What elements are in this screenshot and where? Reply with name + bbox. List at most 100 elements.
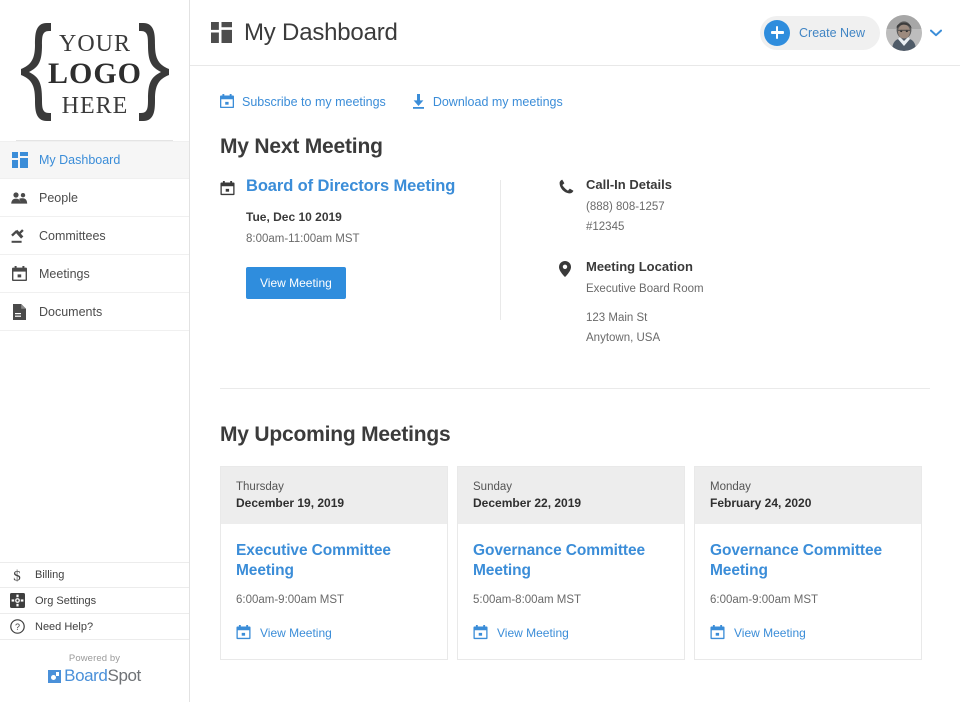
- avatar[interactable]: [886, 15, 922, 51]
- sidebar-item-billing[interactable]: $ Billing: [0, 562, 189, 588]
- location-address-line-1: 123 Main St: [586, 310, 704, 327]
- meeting-location-block: Meeting Location Executive Board Room 12…: [559, 259, 704, 346]
- gear-icon: [9, 593, 25, 608]
- call-in-code: #12345: [586, 219, 672, 236]
- meeting-card-title-link[interactable]: Governance Committee Meeting: [710, 541, 906, 580]
- next-meeting-title-link[interactable]: Board of Directors Meeting: [246, 177, 455, 197]
- sidebar-secondary-navigation: $ Billing Org Settings ? Need Help?: [0, 562, 189, 640]
- meeting-card-body: Governance Committee Meeting 5:00am-8:00…: [458, 524, 684, 659]
- calendar-icon: [236, 625, 251, 640]
- avatar-photo: [886, 15, 922, 51]
- meeting-card: Sunday December 22, 2019 Governance Comm…: [457, 466, 685, 660]
- call-in-details-block: Call-In Details (888) 808-1257 #12345: [559, 177, 704, 235]
- content-area: Subscribe to my meetings Download my mee…: [190, 66, 960, 702]
- create-new-label: Create New: [799, 26, 865, 40]
- next-meeting-section: My Next Meeting Board of Directors Meeti…: [190, 109, 960, 346]
- view-meeting-link-label: View Meeting: [497, 626, 569, 640]
- next-meeting-grid: Board of Directors Meeting Tue, Dec 10 2…: [220, 177, 960, 346]
- next-meeting-details: Board of Directors Meeting Tue, Dec 10 2…: [220, 177, 500, 346]
- powered-by-block: Powered by BoardSpot: [0, 640, 189, 702]
- boardspot-word-spot: Spot: [108, 666, 141, 685]
- logo-placeholder-icon: YOUR LOGO HERE: [15, 17, 175, 129]
- sidebar-spacer: [0, 331, 189, 562]
- sidebar-item-label: People: [39, 191, 78, 205]
- boardspot-mark-icon: [48, 670, 61, 683]
- view-meeting-link[interactable]: View Meeting: [710, 625, 906, 640]
- document-icon: [11, 303, 28, 320]
- sidebar-item-documents[interactable]: Documents: [0, 293, 189, 331]
- next-meeting-title-row: Board of Directors Meeting Tue, Dec 10 2…: [220, 177, 500, 299]
- next-meeting-text-block: Board of Directors Meeting Tue, Dec 10 2…: [246, 177, 455, 299]
- view-meeting-link-label: View Meeting: [260, 626, 332, 640]
- sidebar-item-label: Org Settings: [35, 595, 96, 607]
- meeting-card-day: Sunday: [473, 481, 669, 493]
- sidebar-item-label: Need Help?: [35, 621, 93, 633]
- page-title-group: My Dashboard: [211, 19, 398, 47]
- call-in-phone: (888) 808-1257: [586, 199, 672, 216]
- svg-text:$: $: [13, 568, 21, 582]
- dashboard-icon: [211, 22, 232, 43]
- map-pin-icon: [559, 261, 574, 277]
- meeting-card-day: Monday: [710, 481, 906, 493]
- next-meeting-time: 8:00am-11:00am MST: [246, 233, 455, 245]
- meeting-card-title-link[interactable]: Executive Committee Meeting: [236, 541, 432, 580]
- next-meeting-date: Tue, Dec 10 2019: [246, 210, 455, 224]
- meeting-card-time: 5:00am-8:00am MST: [473, 594, 669, 606]
- view-meeting-button[interactable]: View Meeting: [246, 267, 346, 299]
- meeting-card-header: Sunday December 22, 2019: [458, 467, 684, 524]
- chevron-down-icon[interactable]: [928, 27, 944, 39]
- page-title: My Dashboard: [244, 19, 398, 47]
- org-logo: YOUR LOGO HERE: [0, 0, 189, 140]
- calendar-icon: [220, 181, 235, 196]
- meeting-card-day: Thursday: [236, 481, 432, 493]
- gavel-icon: [11, 227, 28, 244]
- upcoming-meetings-heading: My Upcoming Meetings: [220, 423, 960, 447]
- meeting-card-date: February 24, 2020: [710, 496, 906, 510]
- subscribe-to-my-meetings-link[interactable]: Subscribe to my meetings: [220, 94, 386, 109]
- sidebar-item-need-help[interactable]: ? Need Help?: [0, 614, 189, 640]
- boardspot-wordmark: BoardSpot: [64, 666, 141, 686]
- sidebar-item-meetings[interactable]: Meetings: [0, 255, 189, 293]
- meeting-card-body: Executive Committee Meeting 6:00am-9:00a…: [221, 524, 447, 659]
- meeting-card-time: 6:00am-9:00am MST: [236, 594, 432, 606]
- sidebar: YOUR LOGO HERE My Dashboard People: [0, 0, 190, 702]
- location-text-block: Meeting Location Executive Board Room 12…: [586, 259, 704, 346]
- calendar-icon: [473, 625, 488, 640]
- main-navigation: My Dashboard People Committees Meetings: [0, 141, 189, 331]
- meeting-card-header: Thursday December 19, 2019: [221, 467, 447, 524]
- sidebar-item-my-dashboard[interactable]: My Dashboard: [0, 141, 189, 179]
- logo-line-3: HERE: [61, 93, 128, 119]
- dashboard-icon: [11, 152, 28, 169]
- create-new-button[interactable]: Create New: [760, 16, 880, 50]
- dollar-icon: $: [9, 568, 25, 583]
- sidebar-item-label: Committees: [39, 229, 106, 243]
- download-my-meetings-link[interactable]: Download my meetings: [412, 94, 563, 109]
- location-room: Executive Board Room: [586, 281, 704, 298]
- upcoming-meetings-list: Thursday December 19, 2019 Executive Com…: [220, 466, 960, 660]
- plus-icon: [764, 20, 790, 46]
- top-bar-actions: Create New: [760, 15, 944, 51]
- sidebar-item-label: Billing: [35, 569, 64, 581]
- call-in-text-block: Call-In Details (888) 808-1257 #12345: [586, 177, 672, 235]
- location-heading: Meeting Location: [586, 259, 704, 274]
- boardspot-word-board: Board: [64, 666, 107, 685]
- sidebar-item-org-settings[interactable]: Org Settings: [0, 588, 189, 614]
- question-icon: ?: [9, 619, 25, 634]
- sidebar-item-people[interactable]: People: [0, 179, 189, 217]
- view-meeting-link[interactable]: View Meeting: [236, 625, 432, 640]
- phone-icon: [559, 179, 574, 195]
- meeting-card-date: December 22, 2019: [473, 496, 669, 510]
- quick-links: Subscribe to my meetings Download my mee…: [190, 66, 960, 109]
- location-address-line-2: Anytown, USA: [586, 330, 704, 347]
- view-meeting-link[interactable]: View Meeting: [473, 625, 669, 640]
- app-root: YOUR LOGO HERE My Dashboard People: [0, 0, 960, 702]
- call-in-heading: Call-In Details: [586, 177, 672, 192]
- calendar-icon: [11, 265, 28, 282]
- main-area: My Dashboard Create New: [190, 0, 960, 702]
- upcoming-meetings-section: My Upcoming Meetings Thursday December 1…: [190, 389, 960, 660]
- meeting-card-title-link[interactable]: Governance Committee Meeting: [473, 541, 669, 580]
- meeting-card: Thursday December 19, 2019 Executive Com…: [220, 466, 448, 660]
- sidebar-item-committees[interactable]: Committees: [0, 217, 189, 255]
- people-icon: [11, 189, 28, 206]
- sidebar-item-label: My Dashboard: [39, 153, 120, 167]
